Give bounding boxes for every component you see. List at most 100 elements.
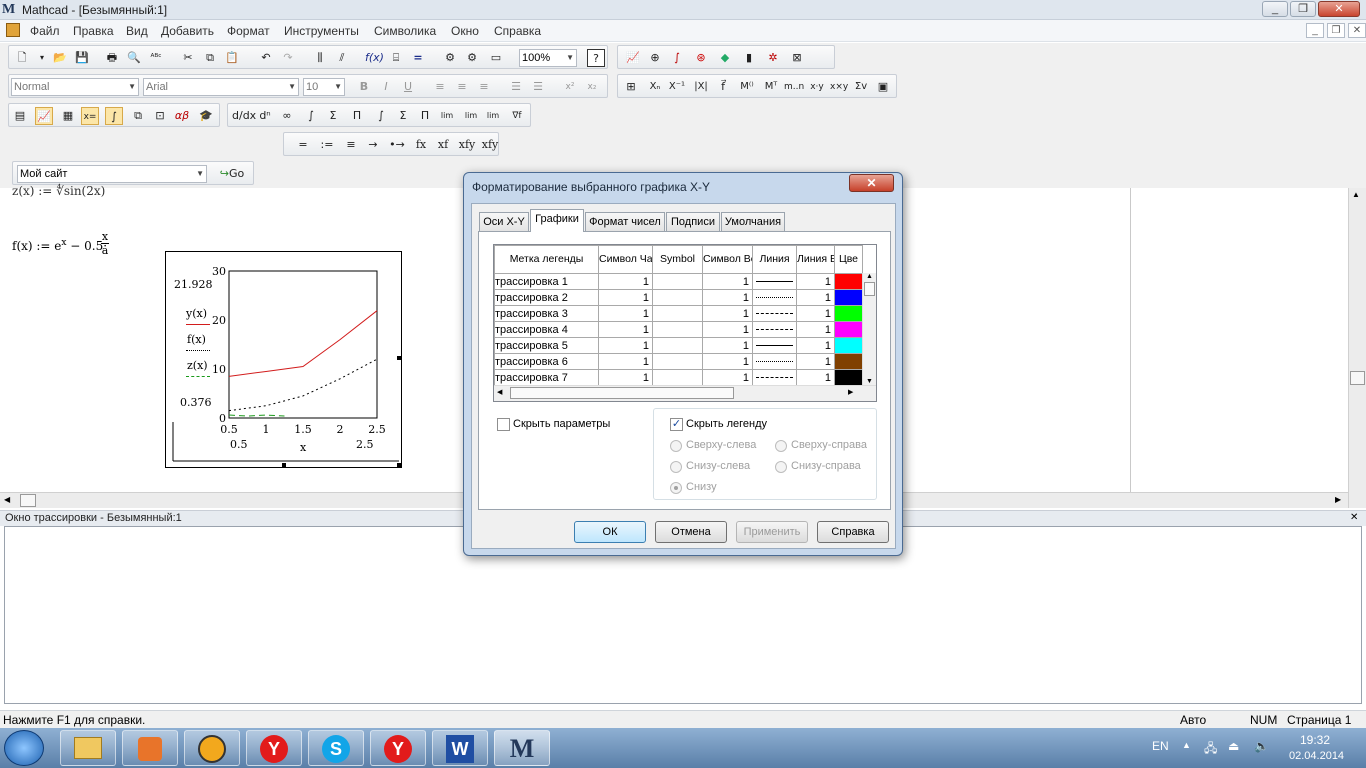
symbolic-toolbar-icon[interactable]: 🎓 [197, 107, 215, 125]
taskbar-yandex-2[interactable]: Y [370, 730, 426, 766]
trace-close-icon[interactable]: ✕ [1350, 512, 1358, 523]
trace-row[interactable]: трассировка 4111 [494, 321, 863, 338]
col-symbol[interactable]: Symbol [652, 245, 703, 274]
column-icon[interactable]: M⁽⁾ [738, 78, 756, 96]
evaluation-palette-icon[interactable]: ⊕ [646, 49, 664, 67]
doc-close-button[interactable]: ✕ [1348, 23, 1366, 38]
col-color[interactable]: Цве [834, 245, 863, 274]
tab-number-format[interactable]: Формат чисел [585, 212, 665, 231]
bold-button[interactable]: B [355, 78, 373, 96]
minimize-button[interactable]: _ [1262, 1, 1288, 17]
menu-edit[interactable]: Правка [73, 24, 114, 38]
trace-line-weight-cell[interactable]: 1 [796, 353, 835, 370]
treefix-op-button[interactable]: xfy [480, 136, 500, 154]
grid-hscroll-thumb[interactable] [510, 387, 734, 399]
clock-time[interactable]: 19:32 [1300, 733, 1330, 747]
help-icon[interactable]: ? [587, 49, 605, 67]
trace-weight-cell[interactable]: 1 [702, 289, 753, 306]
style-select[interactable]: Normal ▼ [11, 78, 139, 96]
align-right-icon[interactable]: ≡ [475, 78, 493, 96]
bar-plot-icon[interactable]: ▮ [740, 49, 758, 67]
trace-line-style-cell[interactable] [752, 369, 797, 386]
print-preview-icon[interactable]: 🔍 [125, 49, 143, 67]
ok-button[interactable]: ОК [574, 521, 646, 543]
tab-traces[interactable]: Графики [530, 209, 584, 232]
taskbar-word[interactable]: W [432, 730, 488, 766]
tab-defaults[interactable]: Умолчания [721, 212, 785, 231]
menu-insert[interactable]: Добавить [161, 24, 214, 38]
scroll-up-icon[interactable]: ▲ [1352, 190, 1360, 199]
trace-weight-cell[interactable]: 1 [702, 353, 753, 370]
trace-weight-cell[interactable]: 1 [702, 305, 753, 322]
trace-symbol-cell[interactable] [652, 337, 703, 354]
eval-keyword-button[interactable]: •→ [388, 136, 406, 154]
grid-scroll-left-icon[interactable]: ◀ [497, 388, 502, 396]
trace-line-style-cell[interactable] [752, 321, 797, 338]
trace-line-weight-cell[interactable]: 1 [796, 369, 835, 386]
trace-row[interactable]: трассировка 5111 [494, 337, 863, 354]
vectorize-icon[interactable]: f⃗ [714, 78, 732, 96]
radio-bottom-left[interactable] [670, 461, 682, 473]
col-line-weight[interactable]: Линия Вес [796, 245, 835, 274]
grid-vscroll-thumb[interactable] [864, 282, 875, 296]
align-vertical-icon[interactable]: ⫽ [333, 49, 351, 67]
trace-freq-cell[interactable]: 1 [598, 353, 653, 370]
menu-format[interactable]: Формат [227, 24, 270, 38]
indefinite-integral-icon[interactable]: ∫ [372, 107, 390, 125]
trace-line-weight-cell[interactable]: 1 [796, 305, 835, 322]
range-sum-icon[interactable]: Σ [394, 107, 412, 125]
trace-symbol-cell[interactable] [652, 369, 703, 386]
spellcheck-icon[interactable]: ᴬᴮᶜ [147, 49, 165, 67]
right-limit-icon[interactable]: lim [462, 107, 480, 125]
calculus-toolbar-icon[interactable]: ∫ [105, 107, 123, 125]
trace-color-cell[interactable] [834, 337, 863, 354]
trace-color-cell[interactable] [834, 321, 863, 338]
new-dropdown-icon[interactable]: ▾ [33, 49, 51, 67]
italic-button[interactable]: I [377, 78, 395, 96]
dot-product-icon[interactable]: x·y [808, 78, 826, 96]
grid-scroll-right-icon[interactable]: ▶ [848, 388, 853, 396]
trace-weight-cell[interactable]: 1 [702, 321, 753, 338]
definite-integral-icon[interactable]: ∫ [302, 107, 320, 125]
range-product-icon[interactable]: Π [416, 107, 434, 125]
trace-line-style-cell[interactable] [752, 273, 797, 290]
trace-row[interactable]: трассировка 7111 [494, 369, 863, 386]
summation-icon[interactable]: Σ [324, 107, 342, 125]
cut-icon[interactable]: ✂ [179, 49, 197, 67]
network-icon[interactable]: 🖧 [1204, 739, 1217, 760]
plot-3d-icon[interactable]: ◆ [716, 49, 734, 67]
trace-symbol-cell[interactable] [652, 353, 703, 370]
menu-help[interactable]: Справка [494, 24, 541, 38]
safe-remove-icon[interactable]: ⏏ [1228, 739, 1239, 753]
trace-line-weight-cell[interactable]: 1 [796, 321, 835, 338]
undo-icon[interactable]: ↶ [257, 49, 275, 67]
trace-label-cell[interactable]: трассировка 3 [494, 305, 599, 322]
trace-freq-cell[interactable]: 1 [598, 289, 653, 306]
taskbar-skype[interactable]: S [308, 730, 364, 766]
infix-op-button[interactable]: xfy [456, 136, 478, 154]
zoom-select[interactable]: 100% ▼ [519, 49, 577, 67]
subscript-index-icon[interactable]: Xₙ [646, 78, 664, 96]
horizontal-scroll-thumb[interactable] [20, 494, 36, 507]
trace-row[interactable]: трассировка 3111 [494, 305, 863, 322]
scroll-left-icon[interactable]: ◀ [4, 495, 10, 504]
scroll-right-icon[interactable]: ▶ [1335, 495, 1341, 504]
taskbar-explorer[interactable] [60, 730, 116, 766]
f-definition[interactable]: f(x) := ex − 0.5· [12, 238, 107, 253]
calculus-palette-icon[interactable]: ∫ [668, 49, 686, 67]
matrix-palette-icon[interactable]: ▦ [59, 107, 77, 125]
grid-scroll-up-icon[interactable]: ▲ [863, 273, 876, 280]
graph-palette-icon[interactable]: 📈 [624, 49, 642, 67]
trace-line-style-cell[interactable] [752, 305, 797, 322]
limit-icon[interactable]: lim [438, 107, 456, 125]
go-button[interactable]: ↪Go [215, 165, 249, 183]
trace-line-weight-cell[interactable]: 1 [796, 337, 835, 354]
boolean-icon[interactable]: ⧉ [129, 107, 147, 125]
numbering-icon[interactable]: ☰ [529, 78, 547, 96]
trace-color-cell[interactable] [834, 273, 863, 290]
trace-weight-cell[interactable]: 1 [702, 273, 753, 290]
apply-button[interactable]: Применить [736, 521, 808, 543]
programming-icon[interactable]: ⊠ [788, 49, 806, 67]
print-icon[interactable]: 🖶 [103, 49, 121, 67]
radio-top-right[interactable] [775, 440, 787, 452]
